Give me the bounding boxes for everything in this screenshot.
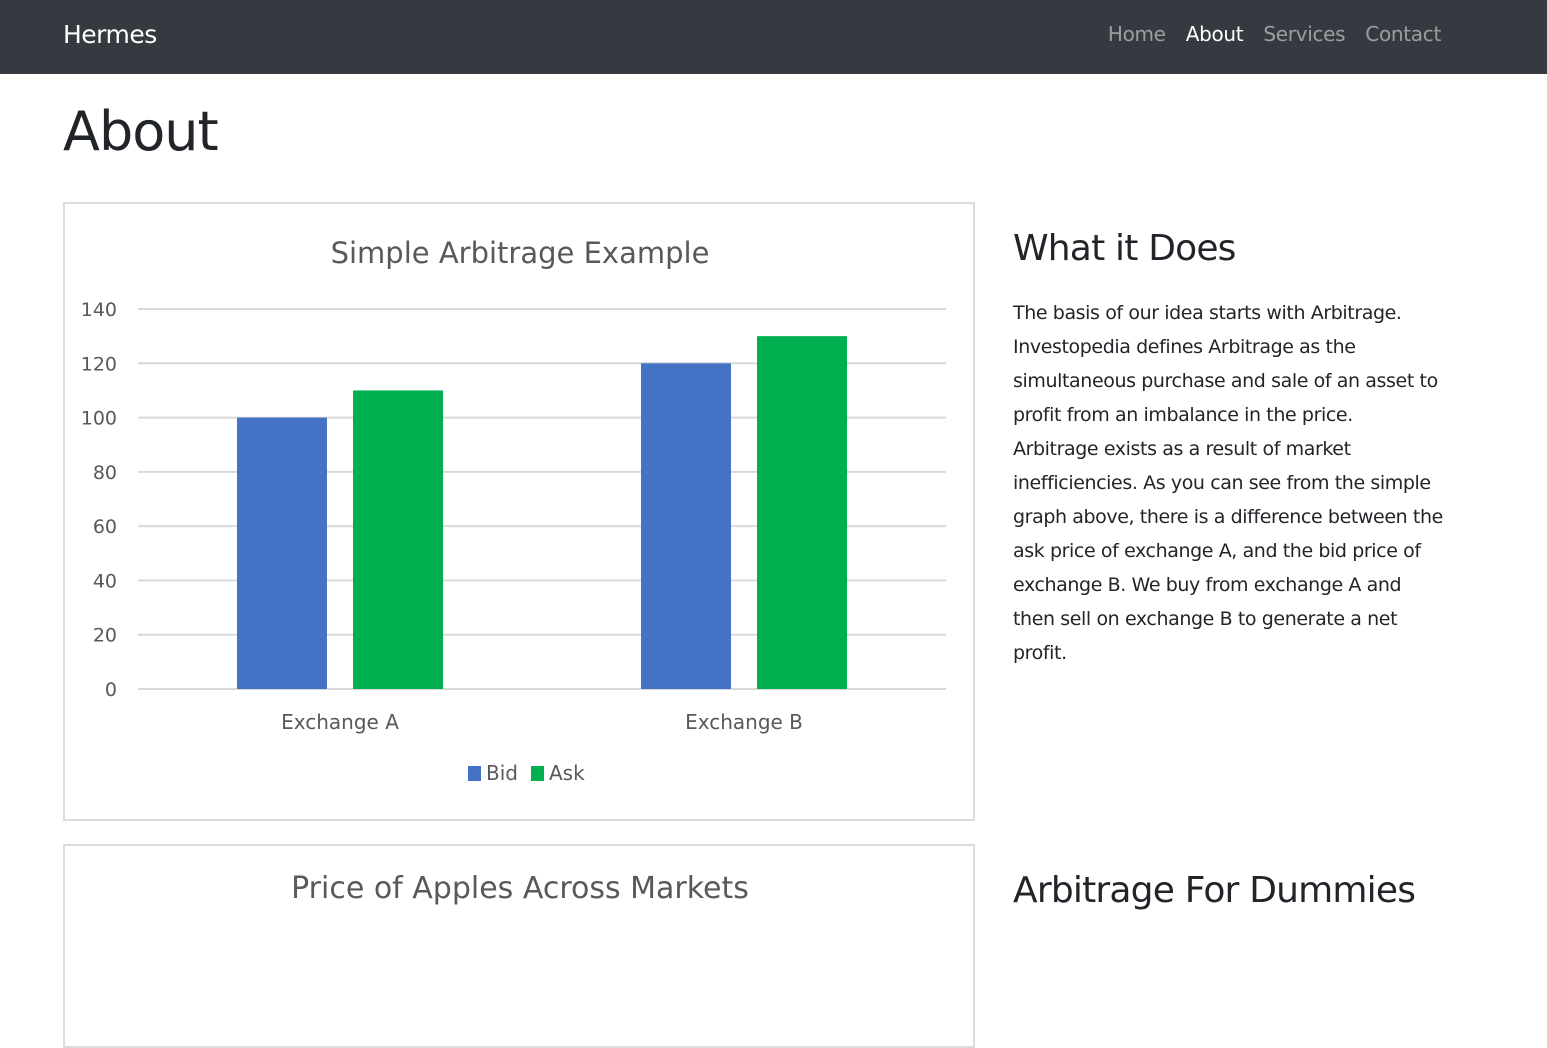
x-tick-label: Exchange B	[685, 710, 803, 734]
brand-logo[interactable]: Hermes	[63, 20, 157, 49]
legend-label-ask: Ask	[549, 761, 585, 785]
apples-chart-title: Price of Apples Across Markets	[291, 871, 749, 906]
legend-label-bid: Bid	[486, 761, 518, 785]
nav-link-home[interactable]: Home	[1108, 22, 1166, 46]
chart-title: Simple Arbitrage Example	[331, 236, 710, 270]
y-tick-label: 120	[81, 353, 117, 375]
y-tick-label: 80	[93, 462, 117, 484]
y-tick-label: 60	[93, 516, 117, 538]
arbitrage-bar-chart: Simple Arbitrage Example 0 20 40 60 80 100 120 1…	[81, 236, 946, 785]
x-tick-label: Exchange A	[281, 710, 399, 734]
y-tick-label: 140	[81, 299, 117, 321]
bar-bid-1	[237, 417, 327, 689]
bar-ask-1	[353, 390, 443, 689]
navbar: Hermes Home About Services Contact	[0, 0, 1547, 74]
y-tick-label: 100	[81, 408, 117, 430]
y-tick-label: 40	[93, 570, 117, 592]
y-tick-label: 0	[105, 679, 117, 701]
apples-chart: Price of Apples Across Markets	[291, 871, 749, 906]
arbitrage-for-dummies-heading: Arbitrage For Dummies	[1013, 870, 1416, 911]
y-tick-label: 20	[93, 625, 117, 647]
page-title: About	[63, 100, 219, 163]
nav-link-services[interactable]: Services	[1263, 22, 1345, 46]
bar-ask-2	[757, 336, 847, 689]
nav-link-about[interactable]: About	[1186, 22, 1244, 46]
legend-swatch-bid	[468, 766, 481, 781]
what-it-does-heading: What it Does	[1013, 228, 1236, 269]
legend-swatch-ask	[531, 766, 544, 781]
what-it-does-text: The basis of our idea starts with Arbitr…	[1013, 302, 1443, 664]
nav-link-contact[interactable]: Contact	[1365, 22, 1441, 46]
apples-chart-frame: Price of Apples Across Markets	[63, 844, 975, 1048]
nav-links: Home About Services Contact	[1108, 22, 1441, 46]
bar-bid-2	[641, 363, 731, 689]
arbitrage-chart-frame: Simple Arbitrage Example 0 20 40 60 80 100 120 1…	[63, 202, 975, 821]
